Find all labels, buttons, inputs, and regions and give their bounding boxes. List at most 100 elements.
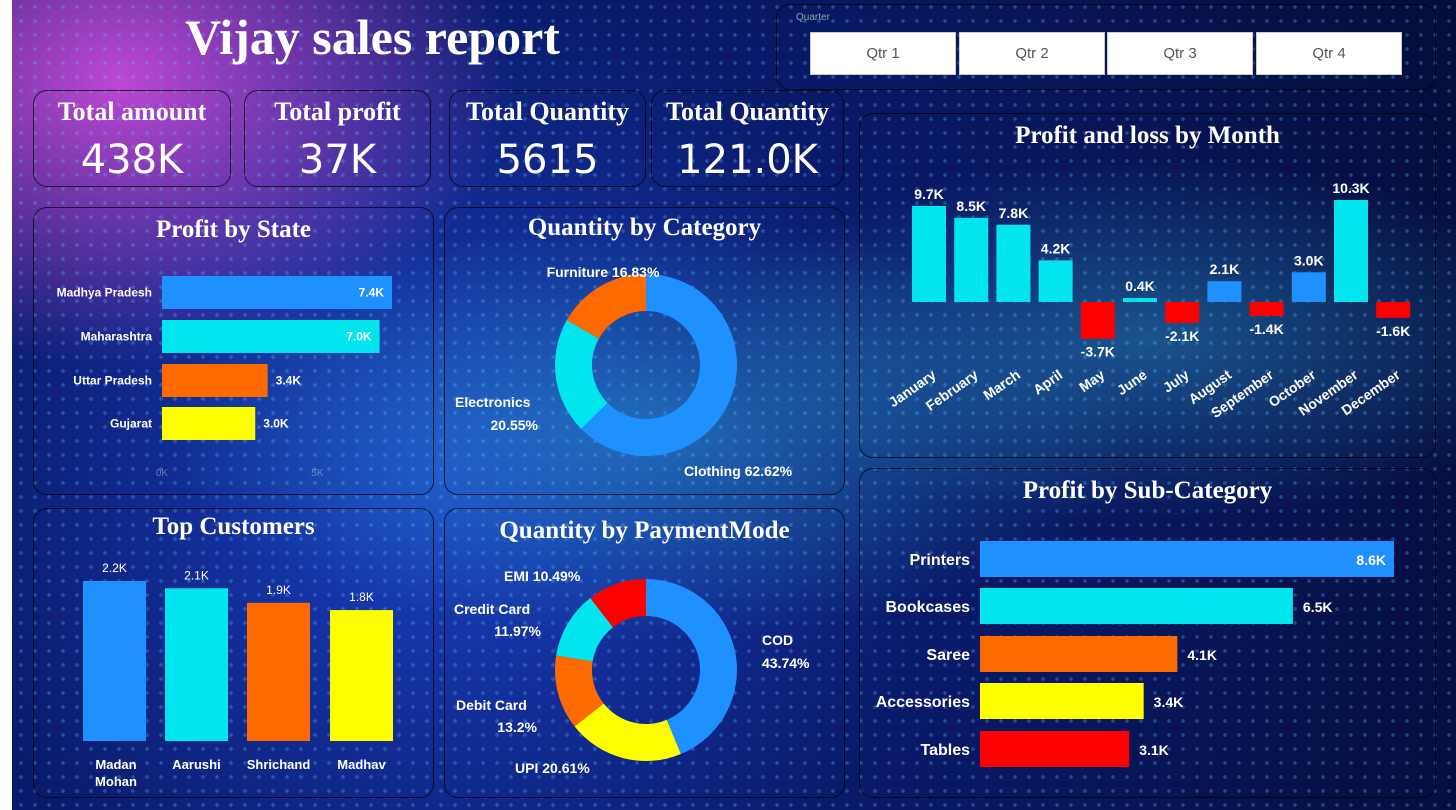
bar bbox=[330, 610, 393, 741]
kpi-label: Total profit bbox=[274, 97, 401, 126]
kpi-card-total-profit: Total profit 37K bbox=[244, 90, 431, 187]
kpi-label: Total Quantity bbox=[665, 97, 830, 126]
top-customers-panel: Top Customers 2.2K Madan Mohan 2.1K Aarushi 1… bbox=[33, 508, 434, 798]
bar bbox=[980, 541, 1394, 577]
data-label: 0.4K bbox=[1125, 278, 1155, 294]
data-label: 3.4K bbox=[276, 374, 302, 388]
data-label: 2.1K bbox=[184, 568, 209, 582]
bar bbox=[954, 217, 989, 302]
bar bbox=[83, 581, 146, 741]
kpi-value: 5615 bbox=[496, 137, 599, 183]
slicer-qtr-4[interactable]: Qtr 4 bbox=[1256, 32, 1402, 75]
category-label: Uttar Pradesh bbox=[73, 374, 152, 388]
data-label: 4.1K bbox=[1187, 647, 1217, 663]
data-label: 9.7K bbox=[914, 186, 944, 202]
slicer-header: Quarter bbox=[796, 12, 830, 23]
profit-by-state-panel: Profit by State Madhya Pradesh 7.4K Mahara… bbox=[33, 207, 434, 495]
bar bbox=[1207, 281, 1242, 302]
data-label: 4.2K bbox=[1041, 240, 1071, 256]
category-label: Gujarat bbox=[110, 417, 152, 431]
data-label: 7.8K bbox=[999, 205, 1029, 221]
bar bbox=[162, 407, 256, 440]
category-label: Shrichand bbox=[247, 757, 311, 772]
bar bbox=[980, 683, 1144, 719]
bar bbox=[1249, 302, 1284, 316]
kpi-card-total-quantity: Total Quantity 5615 bbox=[449, 90, 646, 187]
slice-label: 20.55% bbox=[491, 417, 539, 433]
slicer-qtr-1[interactable]: Qtr 1 bbox=[810, 32, 956, 75]
category-label: Saree bbox=[926, 647, 970, 664]
category-label: May bbox=[1076, 366, 1108, 395]
data-label: 3.0K bbox=[263, 417, 289, 431]
category-label: Aarushi bbox=[172, 757, 220, 772]
category-label: March bbox=[980, 366, 1023, 403]
data-label: -2.1K bbox=[1165, 328, 1199, 344]
data-label: 2.1K bbox=[1210, 261, 1240, 277]
category-label: Bookcases bbox=[886, 599, 971, 616]
category-label: Madhya Pradesh bbox=[57, 286, 152, 300]
window-edge bbox=[0, 0, 12, 810]
report-title: Vijay sales report bbox=[185, 9, 560, 65]
bar bbox=[912, 205, 946, 302]
category-label: Madhav bbox=[337, 757, 386, 772]
category-label: Printers bbox=[910, 552, 971, 569]
data-label: 8.6K bbox=[1356, 552, 1386, 568]
axis-tick: 0K bbox=[156, 468, 169, 479]
quantity-by-paymentmode-panel: Quantity by PaymentMode COD 43.74% UPI 20.… bbox=[444, 508, 845, 798]
kpi-card-total-amount: Total amount 438K bbox=[33, 90, 231, 187]
bar bbox=[1291, 272, 1326, 302]
category-label: July bbox=[1160, 366, 1192, 395]
kpi-card-total-quantity-2: Total Quantity 121.0K bbox=[651, 90, 844, 187]
kpi-label: Total Quantity bbox=[465, 97, 630, 126]
bar bbox=[1165, 302, 1200, 323]
bar bbox=[162, 276, 392, 309]
kpi-value: 438K bbox=[80, 137, 184, 183]
kpi-value: 37K bbox=[298, 137, 377, 183]
bar bbox=[980, 636, 1178, 672]
data-label: -3.7K bbox=[1081, 344, 1115, 360]
category-label: Accessories bbox=[876, 694, 970, 711]
data-label: 6.5K bbox=[1303, 599, 1333, 615]
slice-label: EMI 10.49% bbox=[504, 568, 581, 584]
bar bbox=[1376, 302, 1411, 318]
data-label: -1.6K bbox=[1376, 323, 1410, 339]
category-label: June bbox=[1114, 366, 1150, 398]
data-label: -1.4K bbox=[1249, 321, 1283, 337]
data-label: 1.9K bbox=[266, 583, 291, 597]
quantity-by-category-chart: Clothing 62.62% Electronics 20.55% Furnitur… bbox=[455, 264, 793, 479]
slicer-qtr-3[interactable]: Qtr 3 bbox=[1107, 32, 1253, 75]
bar bbox=[247, 602, 310, 741]
bar bbox=[1080, 302, 1115, 339]
slice-label: Credit Card bbox=[454, 601, 530, 617]
category-label: Madan bbox=[95, 757, 136, 772]
data-label: 8.5K bbox=[956, 198, 986, 214]
quantity-by-paymentmode-chart: COD 43.74% UPI 20.61% Debit Card 13.2% Credit… bbox=[454, 568, 810, 776]
data-label: 10.3K bbox=[1332, 180, 1369, 196]
top-customers-chart: 2.2K Madan Mohan 2.1K Aarushi 1.9K Shrichand 1.… bbox=[83, 561, 393, 789]
slicer-qtr-2[interactable]: Qtr 2 bbox=[959, 32, 1105, 75]
bar bbox=[165, 588, 228, 741]
kpi-label: Total amount bbox=[57, 97, 207, 126]
data-label: 7.4K bbox=[359, 286, 385, 300]
category-label: Tables bbox=[921, 742, 971, 759]
slice-label: 13.2% bbox=[497, 719, 537, 735]
bar bbox=[996, 224, 1031, 302]
category-label: Maharashtra bbox=[81, 330, 153, 344]
slice-label: Electronics bbox=[455, 394, 531, 410]
bar bbox=[1334, 200, 1368, 302]
slice-label: Furniture 16.83% bbox=[547, 264, 660, 280]
data-label: 3.0K bbox=[1294, 252, 1324, 268]
data-label: 3.4K bbox=[1154, 694, 1184, 710]
profit-by-state-chart: Madhya Pradesh 7.4K Maharashtra 7.0K Uttar P… bbox=[57, 276, 392, 479]
profit-loss-by-month-panel: Profit and loss by Month 9.7K January 8.5K… bbox=[859, 113, 1436, 458]
bar bbox=[980, 731, 1130, 767]
data-label: 7.0K bbox=[346, 330, 372, 344]
slice-label: 43.74% bbox=[762, 655, 810, 671]
data-label: 1.8K bbox=[349, 590, 374, 604]
bar bbox=[162, 364, 268, 397]
profit-by-subcategory-chart: Printers 8.6K Bookcases 6.5K Saree 4.1K Access… bbox=[876, 541, 1394, 767]
profit-loss-by-month-chart: 9.7KJanuary8.5KFebruary7.8KMarch4.2KApri… bbox=[886, 180, 1411, 421]
category-label: Mohan bbox=[95, 774, 137, 789]
data-label: 2.2K bbox=[102, 561, 127, 575]
slice-label: Clothing 62.62% bbox=[684, 463, 793, 479]
